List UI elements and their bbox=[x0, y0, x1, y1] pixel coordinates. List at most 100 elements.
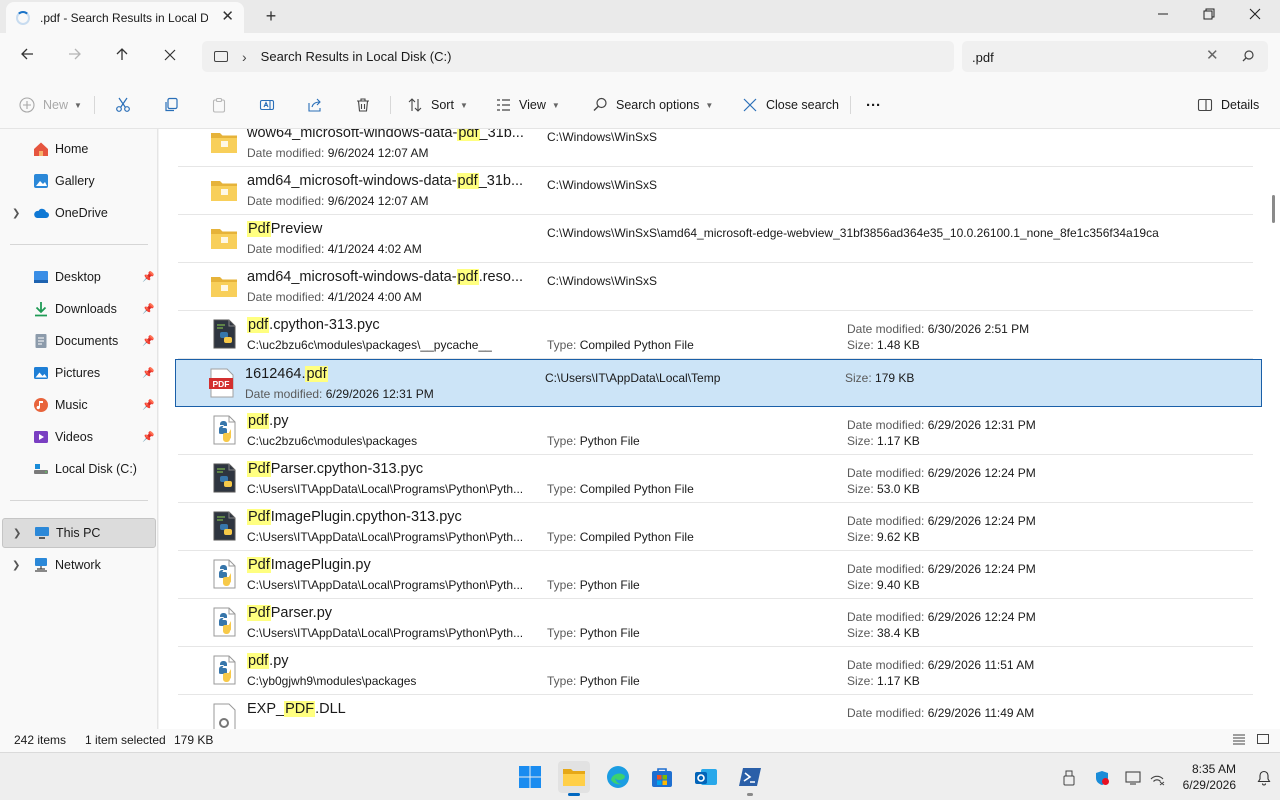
pin-icon[interactable]: 📌 bbox=[142, 368, 154, 379]
sidebar-item-videos[interactable]: Videos 📌 bbox=[2, 422, 156, 452]
file-name: amd64_microsoft-windows-data-pdf.reso... bbox=[247, 269, 524, 285]
file-type: Type: Python File bbox=[547, 626, 640, 640]
display-icon bbox=[1125, 771, 1141, 785]
table-row[interactable]: pdf.py C:\yb0gjwh9\modules\packages Type: … bbox=[178, 647, 1253, 695]
tiles-view-toggle[interactable] bbox=[1256, 732, 1270, 749]
edge-taskbar-button[interactable] bbox=[602, 761, 634, 793]
clear-search-icon[interactable]: ✕ bbox=[1206, 46, 1219, 64]
sidebar-item-downloads[interactable]: Downloads 📌 bbox=[2, 294, 156, 324]
table-row[interactable]: PdfImagePlugin.py C:\Users\IT\AppData\Loc… bbox=[178, 551, 1253, 599]
table-row[interactable]: EXP_PDF.DLL Date modified: 6/29/2026 11:4… bbox=[178, 695, 1253, 729]
view-icon bbox=[494, 96, 512, 114]
rename-button[interactable] bbox=[258, 92, 283, 118]
divider bbox=[10, 500, 148, 501]
delete-button[interactable] bbox=[354, 92, 379, 118]
close-window-button[interactable] bbox=[1240, 4, 1270, 26]
table-row[interactable]: pdf.py C:\uc2bzu6c\modules\packages Type: … bbox=[178, 407, 1253, 455]
music-icon bbox=[34, 398, 48, 412]
sidebar-item-network[interactable]: ❯ Network bbox=[2, 550, 156, 580]
chevron-right-icon[interactable]: › bbox=[242, 49, 247, 65]
table-row-selected[interactable]: PDF 1612464.pdf Date modified: 6/29/2026 1… bbox=[175, 359, 1262, 407]
security-tray-button[interactable] bbox=[1093, 769, 1111, 787]
pin-icon[interactable]: 📌 bbox=[142, 272, 154, 283]
chevron-right-icon[interactable]: ❯ bbox=[12, 208, 20, 219]
network-tray-button[interactable] bbox=[1148, 769, 1166, 787]
pin-icon[interactable]: 📌 bbox=[142, 432, 154, 443]
close-search-button[interactable]: Close search bbox=[741, 92, 839, 118]
table-row[interactable]: amd64_microsoft-windows-data-pdf_31b... D… bbox=[178, 167, 1253, 215]
video-icon bbox=[34, 431, 48, 443]
stop-button[interactable] bbox=[156, 43, 184, 69]
table-row[interactable]: PdfPreview Date modified: 4/1/2024 4:02 A… bbox=[178, 215, 1253, 263]
loading-spinner-icon bbox=[16, 10, 30, 25]
more-options-button[interactable]: ··· bbox=[866, 92, 881, 118]
view-button[interactable]: View ▼ bbox=[494, 92, 560, 118]
compiled-python-file-icon bbox=[210, 319, 238, 349]
sidebar-item-home[interactable]: Home bbox=[2, 134, 156, 164]
search-box[interactable]: ✕ bbox=[962, 41, 1268, 72]
up-button[interactable] bbox=[108, 43, 136, 69]
usb-tray-button[interactable] bbox=[1060, 769, 1078, 787]
pin-icon[interactable]: 📌 bbox=[142, 400, 154, 411]
clock-time: 8:35 AM bbox=[1191, 762, 1236, 776]
file-name: PdfParser.py bbox=[247, 605, 333, 621]
document-icon bbox=[35, 334, 47, 348]
copy-button[interactable] bbox=[162, 92, 187, 118]
display-tray-button[interactable] bbox=[1124, 769, 1142, 787]
pin-icon[interactable]: 📌 bbox=[142, 336, 154, 347]
paste-button[interactable] bbox=[210, 92, 235, 118]
table-row[interactable]: PdfParser.py C:\Users\IT\AppData\Local\Pr… bbox=[178, 599, 1253, 647]
cut-button[interactable] bbox=[114, 92, 139, 118]
breadcrumb[interactable]: Search Results in Local Disk (C:) bbox=[261, 49, 452, 64]
sort-button[interactable]: Sort ▼ bbox=[406, 92, 468, 118]
python-file-icon bbox=[210, 415, 238, 445]
restore-button[interactable] bbox=[1194, 4, 1224, 26]
file-location: C:\Windows\WinSxS bbox=[547, 130, 658, 144]
table-row[interactable]: amd64_microsoft-windows-data-pdf.reso...… bbox=[178, 263, 1253, 311]
minimize-icon bbox=[1158, 13, 1168, 15]
clipboard-icon bbox=[210, 96, 228, 114]
start-button[interactable] bbox=[514, 761, 546, 793]
chevron-right-icon[interactable]: ❯ bbox=[13, 528, 21, 539]
chevron-right-icon[interactable]: ❯ bbox=[12, 560, 20, 571]
new-button[interactable]: New ▼ bbox=[18, 92, 82, 118]
sidebar-item-onedrive[interactable]: ❯ OneDrive bbox=[2, 198, 156, 228]
address-bar[interactable]: › Search Results in Local Disk (C:) bbox=[202, 41, 954, 72]
forward-button[interactable] bbox=[61, 43, 89, 69]
table-row[interactable]: PdfParser.cpython-313.pyc C:\Users\IT\App… bbox=[178, 455, 1253, 503]
search-input[interactable] bbox=[972, 47, 1192, 67]
search-options-button[interactable]: Search options ▼ bbox=[591, 92, 713, 118]
details-view-toggle[interactable] bbox=[1232, 732, 1246, 749]
table-row[interactable]: PdfImagePlugin.cpython-313.pyc C:\Users\I… bbox=[178, 503, 1253, 551]
sidebar-item-this-pc[interactable]: ❯ This PC bbox=[2, 518, 156, 548]
minimize-button[interactable] bbox=[1148, 4, 1178, 26]
sidebar-item-gallery[interactable]: Gallery bbox=[2, 166, 156, 196]
outlook-taskbar-button[interactable] bbox=[690, 761, 722, 793]
back-button[interactable] bbox=[13, 43, 41, 69]
sidebar-item-pictures[interactable]: Pictures 📌 bbox=[2, 358, 156, 388]
powershell-taskbar-button[interactable] bbox=[734, 761, 766, 796]
close-tab-icon[interactable]: ✕ bbox=[221, 9, 234, 24]
new-tab-button[interactable]: + bbox=[262, 6, 280, 26]
copy-icon bbox=[162, 96, 180, 114]
table-row[interactable]: wow64_microsoft-windows-data-pdf_31b... D… bbox=[178, 129, 1253, 167]
search-icon[interactable] bbox=[1242, 50, 1254, 62]
notifications-button[interactable] bbox=[1255, 769, 1273, 787]
tab-search-results[interactable]: .pdf - Search Results in Local Disk (C:)… bbox=[6, 2, 244, 33]
clock[interactable]: 8:35 AM 6/29/2026 bbox=[1176, 761, 1236, 793]
table-row[interactable]: pdf.cpython-313.pyc C:\uc2bzu6c\modules\p… bbox=[178, 311, 1253, 359]
share-button[interactable] bbox=[306, 92, 331, 118]
file-explorer-taskbar-button[interactable] bbox=[558, 761, 590, 796]
file-type: Type: Python File bbox=[547, 434, 640, 448]
details-button[interactable]: Details bbox=[1196, 92, 1259, 118]
sidebar-item-local-disk[interactable]: Local Disk (C:) bbox=[2, 454, 156, 484]
pin-icon[interactable]: 📌 bbox=[142, 304, 154, 315]
date-modified: Date modified: 6/29/2026 11:51 AM bbox=[847, 658, 1035, 672]
vertical-scrollbar[interactable] bbox=[1268, 129, 1280, 729]
sidebar-item-music[interactable]: Music 📌 bbox=[2, 390, 156, 420]
scrollbar-thumb[interactable] bbox=[1272, 195, 1275, 223]
sidebar-item-documents[interactable]: Documents 📌 bbox=[2, 326, 156, 356]
sidebar-item-desktop[interactable]: Desktop 📌 bbox=[2, 262, 156, 292]
file-path: C:\uc2bzu6c\modules\packages bbox=[247, 434, 418, 448]
store-taskbar-button[interactable] bbox=[646, 761, 678, 793]
